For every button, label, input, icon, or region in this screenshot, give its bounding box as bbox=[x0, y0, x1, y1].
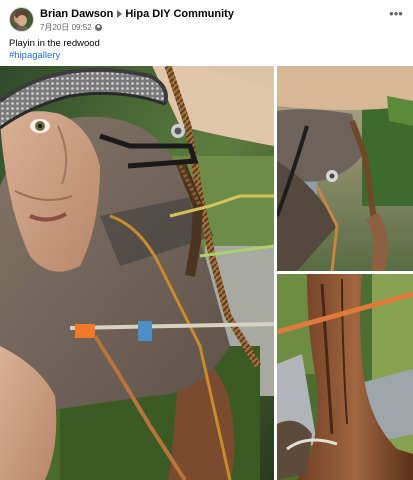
post-meta: 7月20日 09:52 bbox=[40, 22, 102, 33]
gallery-photo-2[interactable] bbox=[277, 66, 413, 271]
author-group-line: Brian Dawson Hipa DIY Community bbox=[40, 8, 234, 20]
gallery-photo-3[interactable] bbox=[277, 274, 413, 480]
globe-icon bbox=[94, 24, 102, 31]
author-avatar[interactable] bbox=[9, 7, 34, 32]
author-name-link[interactable]: Brian Dawson bbox=[40, 8, 113, 20]
timestamp-link[interactable]: 7月20日 09:52 bbox=[40, 23, 92, 32]
gallery-photo-main[interactable] bbox=[0, 66, 274, 480]
photo-gallery bbox=[0, 66, 413, 480]
post-header: Brian Dawson Hipa DIY Community 7月20日 09:… bbox=[9, 6, 405, 34]
group-name-link[interactable]: Hipa DIY Community bbox=[125, 8, 234, 20]
climber-looking-down-image bbox=[277, 66, 413, 271]
post-caption: Playin in the redwood bbox=[9, 38, 100, 49]
climber-selfie-image bbox=[0, 66, 274, 480]
arrow-right-icon bbox=[117, 9, 123, 18]
more-options-button[interactable]: ••• bbox=[387, 7, 405, 24]
hashtag-link[interactable]: #hipagallery bbox=[9, 50, 60, 61]
post-card: Brian Dawson Hipa DIY Community 7月20日 09:… bbox=[0, 0, 413, 480]
redwood-trunk-image bbox=[277, 274, 413, 480]
